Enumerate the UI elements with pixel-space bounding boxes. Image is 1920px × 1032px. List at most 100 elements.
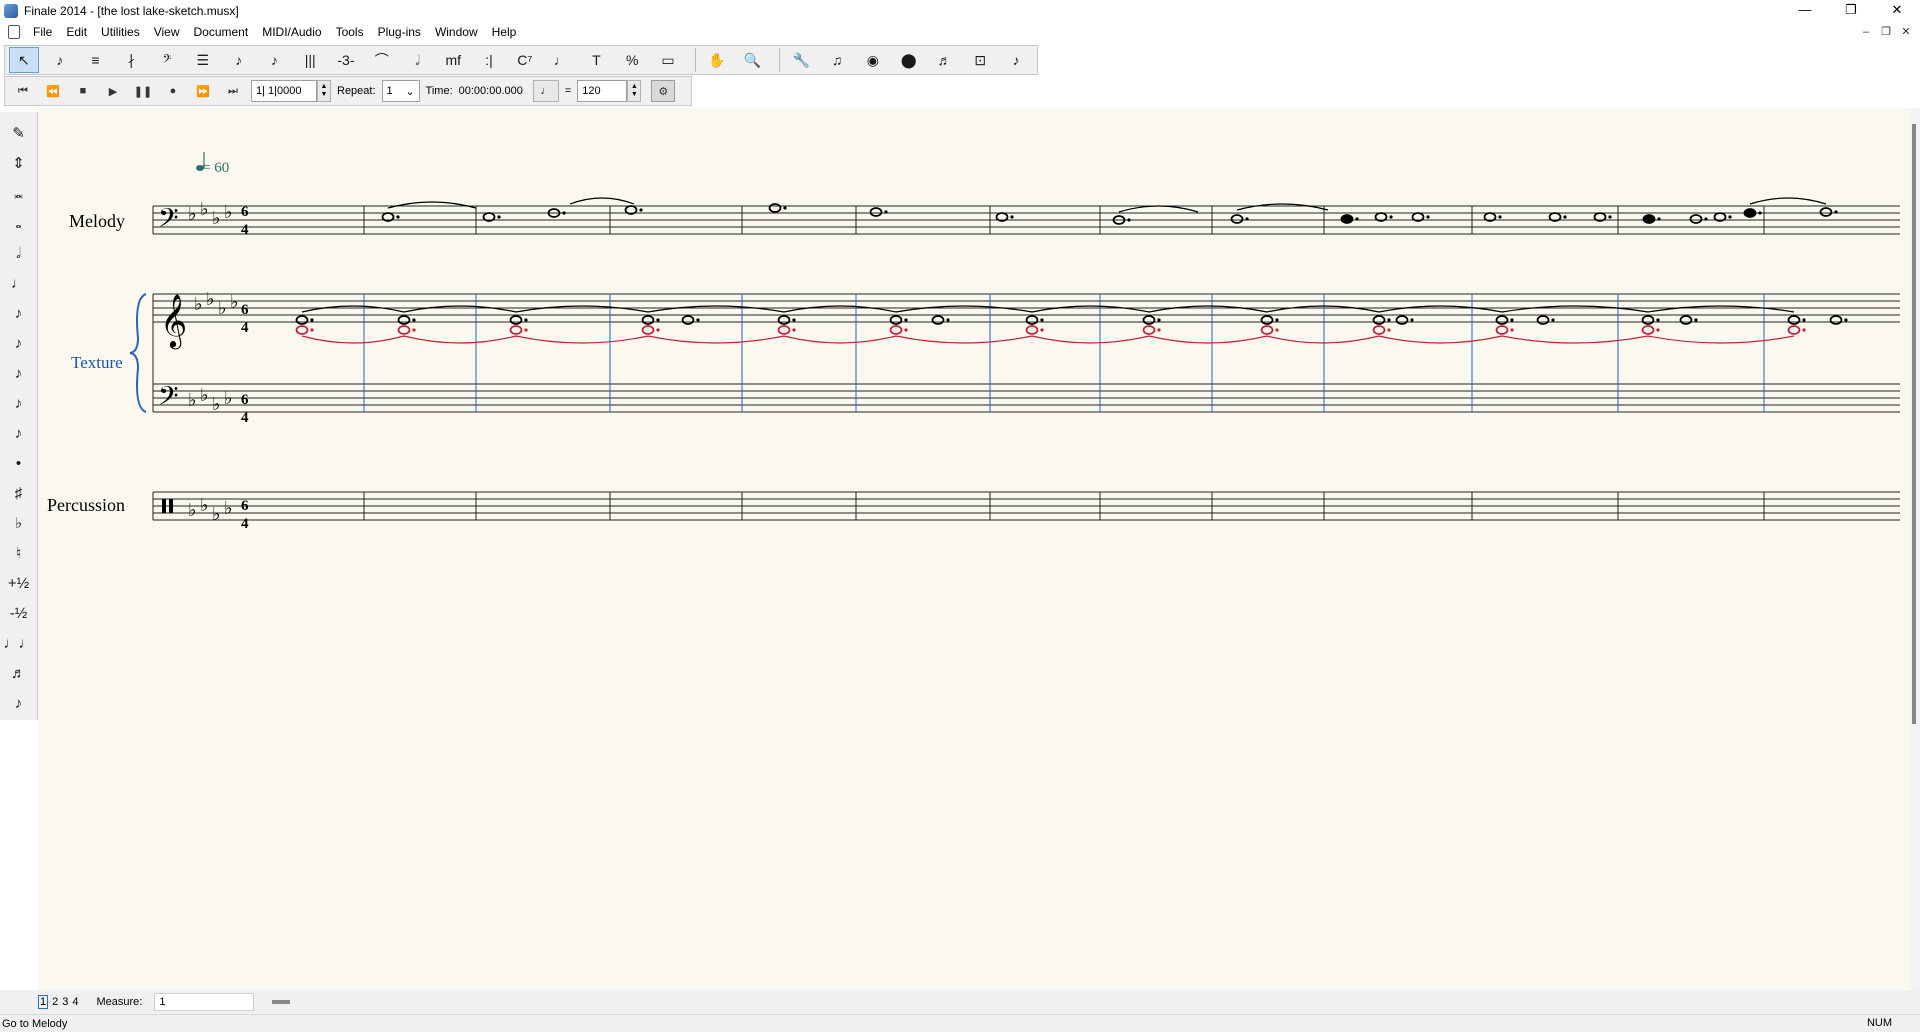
horizontal-scroll-thumb[interactable]: [272, 1000, 291, 1004]
tie-slur: [1501, 305, 1649, 313]
hyperscribe-tool-button[interactable]: ∤: [116, 47, 146, 73]
vertical-scrollbar[interactable]: [1910, 108, 1920, 990]
menu-document[interactable]: Document: [187, 22, 256, 42]
expression-tool-button[interactable]: mf: [438, 47, 468, 73]
palette-tool-2-icon[interactable]: 𝅜: [4, 178, 34, 208]
menu-file[interactable]: File: [26, 22, 59, 42]
smart-shape-tool-button[interactable]: ⌒: [367, 47, 397, 73]
palette-tool-19-icon[interactable]: ♪: [4, 688, 34, 718]
menu-window[interactable]: Window: [428, 22, 485, 42]
document-icon[interactable]: [8, 25, 20, 39]
vertical-scroll-thumb[interactable]: [1912, 124, 1916, 724]
tempo-marking[interactable]: = 60: [202, 160, 229, 176]
palette-tool-9-icon[interactable]: ♪: [4, 388, 34, 418]
menu-edit[interactable]: Edit: [59, 22, 94, 42]
position-counter-field[interactable]: 1| 1|0000: [251, 80, 317, 102]
lyric-tool-button[interactable]: ♩: [546, 47, 576, 73]
smart-note-tool-button[interactable]: ♪: [259, 47, 289, 73]
special-tools-button[interactable]: 🔧: [786, 47, 816, 73]
measure-input[interactable]: 1: [154, 993, 255, 1011]
palette-tool-6-icon[interactable]: ♪: [4, 298, 34, 328]
page-layout-tool-button[interactable]: ▭: [653, 47, 683, 73]
resize-tool-button[interactable]: %: [617, 47, 647, 73]
forward-to-end-icon[interactable]: ⏭: [221, 80, 245, 102]
text-tool-button[interactable]: T: [582, 47, 612, 73]
tie-slur: [647, 305, 785, 313]
menu-help[interactable]: Help: [485, 22, 524, 42]
palette-tool-10-icon[interactable]: ♪: [4, 418, 34, 448]
palette-tool-18-icon[interactable]: ♬: [4, 658, 34, 688]
simple-entry-tool-button[interactable]: ♪: [45, 47, 75, 73]
palette-tool-4-icon[interactable]: 𝅗𝅥: [4, 238, 34, 268]
palette-tool-11-icon[interactable]: •: [4, 448, 34, 478]
palette-tool-0-icon[interactable]: ✎: [4, 118, 34, 148]
tuplet-tool-button[interactable]: -3-: [331, 47, 361, 73]
maximize-button[interactable]: ❐: [1828, 0, 1874, 22]
score-svg[interactable]: 𝄢𝄞𝄢♭ ♭ ♭ ♭♭ ♭ ♭ ♭♭ ♭ ♭ ♭♭ ♭ ♭ ♭ Melody Texture Percu…: [38, 108, 1910, 990]
playback-midi-tool-button[interactable]: ◉: [858, 47, 888, 73]
record-icon[interactable]: ●: [161, 80, 185, 102]
palette-tool-8-icon[interactable]: ♪: [4, 358, 34, 388]
page-4-button[interactable]: 4: [72, 996, 78, 1008]
mirror-tool-button[interactable]: ♪: [1001, 47, 1031, 73]
page-1-button[interactable]: 1: [38, 995, 49, 1009]
note-tool-button[interactable]: ♪: [224, 47, 254, 73]
staff-name-texture[interactable]: Texture: [71, 353, 123, 372]
palette-tool-13-icon[interactable]: ♭: [4, 508, 34, 538]
tempo-spinner[interactable]: ▲ ▼: [627, 80, 642, 102]
human-playback-tool-button[interactable]: ⬤: [894, 47, 924, 73]
play-icon[interactable]: ▶: [101, 80, 125, 102]
page-3-button[interactable]: 3: [62, 996, 68, 1008]
repeat-tool-button[interactable]: :|: [474, 47, 504, 73]
selection-tool-button[interactable]: ↖: [9, 47, 39, 73]
playback-settings-icon[interactable]: ⚙: [651, 80, 676, 102]
minimize-button[interactable]: —: [1782, 0, 1828, 22]
palette-tool-5-icon[interactable]: ♩: [4, 268, 34, 298]
augmentation-dot: [696, 318, 700, 322]
position-spinner[interactable]: ▲ ▼: [317, 80, 331, 102]
mdi-close-button[interactable]: ✕: [1896, 22, 1916, 42]
mdi-minimize-button[interactable]: –: [1856, 22, 1876, 42]
palette-tool-7-icon[interactable]: ♪: [4, 328, 34, 358]
close-button[interactable]: ✕: [1874, 0, 1920, 22]
treble-key-flat: ♭: [194, 294, 203, 314]
palette-tool-15-icon[interactable]: +½: [4, 568, 34, 598]
graphics-tool-button[interactable]: ♬: [930, 47, 960, 73]
ossia-tool-button[interactable]: ⊡: [965, 47, 995, 73]
page-2-button[interactable]: 2: [52, 996, 58, 1008]
palette-tool-1-icon[interactable]: ⇕: [4, 148, 34, 178]
fast-forward-icon[interactable]: ⏩: [191, 80, 215, 102]
palette-tool-17-icon[interactable]: ♩♩: [4, 628, 34, 658]
pause-icon[interactable]: ❚❚: [131, 80, 155, 102]
palette-tool-14-icon[interactable]: ♮: [4, 538, 34, 568]
rewind-to-start-icon[interactable]: ⏮: [11, 80, 35, 102]
stop-icon[interactable]: ■: [71, 80, 95, 102]
menu-plug-ins[interactable]: Plug-ins: [371, 22, 428, 42]
speedy-entry-tool-button[interactable]: ≡: [81, 47, 111, 73]
score-canvas[interactable]: 𝄢 𝄞 𝄢 ♭ ♭ ♭ ♭ ♭ ♭ ♭ ♭ ♭ ♭ ♭ ♭ ♭ ♭ ♭ ♭ Melody Texture Percu…: [38, 108, 1910, 990]
mdi-restore-button[interactable]: ❐: [1876, 22, 1896, 42]
staff-name-melody[interactable]: Melody: [69, 211, 125, 231]
palette-tool-3-icon[interactable]: 𝅝: [4, 208, 34, 238]
tempo-unit-selector[interactable]: ♩: [532, 80, 559, 102]
articulation-tool-button[interactable]: 𝅗𝅥: [403, 47, 433, 73]
treble-key-flat: ♭: [206, 289, 215, 309]
measure-tool-button[interactable]: |||: [295, 47, 325, 73]
staff-name-percussion[interactable]: Percussion: [47, 495, 125, 515]
rewind-icon[interactable]: ⏪: [41, 80, 65, 102]
augmentation-dot: [1275, 328, 1279, 332]
palette-tool-16-icon[interactable]: -½: [4, 598, 34, 628]
hand-grabber-tool-button[interactable]: ✋: [702, 47, 732, 73]
menu-view[interactable]: View: [147, 22, 187, 42]
chord-tool-button[interactable]: C⁷: [510, 47, 540, 73]
zoom-tool-button[interactable]: 🔍: [738, 47, 768, 73]
menu-tools[interactable]: Tools: [329, 22, 371, 42]
palette-tool-12-icon[interactable]: ♯: [4, 478, 34, 508]
repeat-dropdown[interactable]: 1 ⌄: [381, 80, 420, 102]
menu-utilities[interactable]: Utilities: [94, 22, 147, 42]
tempo-field[interactable]: 120: [577, 80, 628, 102]
clef-tool-button[interactable]: 𝄢: [152, 47, 182, 73]
midi-tool-button[interactable]: ♫: [822, 47, 852, 73]
menu-midi-audio[interactable]: MIDI/Audio: [255, 22, 328, 42]
staff-tool-button[interactable]: ☰: [188, 47, 218, 73]
